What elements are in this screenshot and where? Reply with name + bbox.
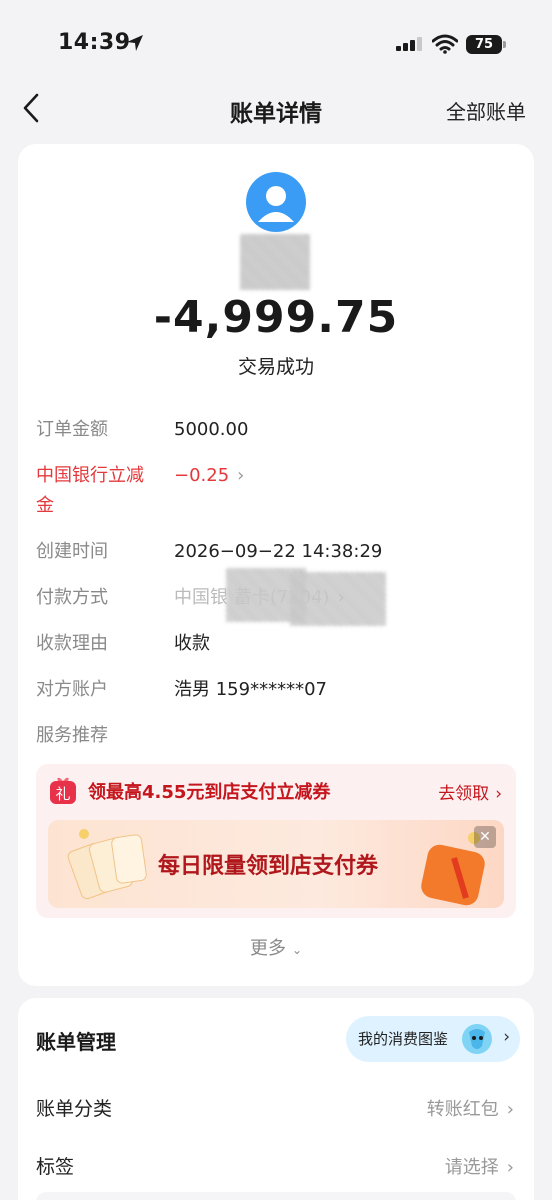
obscured-payment	[290, 572, 386, 626]
bill-detail-card: -4,999.75 交易成功 订单金额 5000.00 中国银行立减 金 −0.…	[18, 144, 534, 986]
order-amount-value: 5000.00	[174, 419, 249, 440]
cellular-signal-icon	[396, 37, 422, 51]
obscured-name	[240, 234, 310, 290]
counterparty-label: 对方账户	[36, 679, 108, 700]
gift-char: 礼	[55, 785, 70, 803]
battery-tip	[503, 41, 506, 48]
chevron-down-icon: ⌄	[291, 943, 303, 957]
wifi-icon	[432, 34, 458, 54]
pill-text: 我的消费图鉴	[358, 1030, 449, 1048]
bill-management-card: 账单管理 我的消费图鉴 › 账单分类 转账红包 › 标签 请选择 ›	[18, 998, 534, 1200]
payment-method-label: 付款方式	[36, 587, 108, 608]
location-arrow-icon	[127, 35, 143, 51]
discount-value: −0.25	[174, 465, 230, 486]
order-amount-label: 订单金额	[36, 419, 108, 440]
discount-value-row[interactable]: −0.25 ›	[174, 462, 244, 490]
battery-indicator: 75	[466, 35, 502, 54]
consumption-atlas-button[interactable]: 我的消费图鉴 ›	[346, 1016, 520, 1062]
all-bills-link[interactable]: 全部账单	[446, 96, 526, 125]
service-recommend-label: 服务推荐	[36, 725, 108, 746]
claim-coupon-label: 去领取	[438, 784, 490, 804]
chevron-right-icon: ›	[506, 1099, 514, 1120]
banner-text: 每日限量领到店支付券	[158, 854, 379, 879]
mascot-icon	[462, 1024, 492, 1054]
gift-icon: 礼	[50, 777, 76, 804]
tag-value: 请选择	[444, 1157, 499, 1178]
counterparty-value: 浩男 159******07	[174, 679, 327, 700]
chevron-right-icon: ›	[506, 1157, 514, 1178]
chevron-right-icon: ›	[503, 1027, 510, 1047]
more-toggle[interactable]: 更多 ⌄	[18, 934, 534, 960]
transaction-status: 交易成功	[237, 356, 314, 378]
user-silhouette-icon	[258, 186, 294, 222]
tag-select-row[interactable]: 请选择 ›	[445, 1153, 514, 1179]
nav-bar: 账单详情 全部账单	[0, 80, 552, 136]
tag-label: 标签	[36, 1156, 75, 1178]
status-bar: 14:39 75	[0, 0, 552, 80]
status-time: 14:39	[58, 30, 131, 55]
discount-label-line2: 金	[36, 495, 54, 516]
created-time-value: 2026−09−22 14:38:29	[174, 541, 383, 562]
chevron-right-icon: ›	[237, 465, 245, 486]
promo-box: 礼 领最高4.55元到店支付立减券 去领取 › 每日限量领到店支付券 ✕	[36, 764, 516, 918]
created-time-label: 创建时间	[36, 541, 108, 562]
section-strip	[36, 1192, 516, 1200]
bill-category-row[interactable]: 转账红包 ›	[427, 1095, 514, 1121]
promo-banner[interactable]: 每日限量领到店支付券 ✕	[48, 820, 504, 908]
discount-label-line1: 中国银行立减	[36, 465, 144, 486]
transaction-amount: -4,999.75	[153, 292, 399, 343]
reason-value: 收款	[174, 633, 210, 654]
bill-category-value: 转账红包	[426, 1099, 499, 1120]
more-label: 更多	[249, 938, 286, 959]
claim-coupon-link[interactable]: 去领取 ›	[438, 779, 502, 804]
chevron-right-icon: ›	[495, 784, 502, 804]
bill-category-label: 账单分类	[36, 1098, 113, 1120]
coupon-ticket-icon	[67, 829, 147, 900]
close-icon[interactable]: ✕	[474, 826, 496, 848]
avatar[interactable]	[246, 172, 306, 232]
promo-text: 领最高4.55元到店支付立减券	[88, 782, 331, 803]
reason-label: 收款理由	[36, 633, 108, 654]
management-title: 账单管理	[36, 1030, 116, 1054]
